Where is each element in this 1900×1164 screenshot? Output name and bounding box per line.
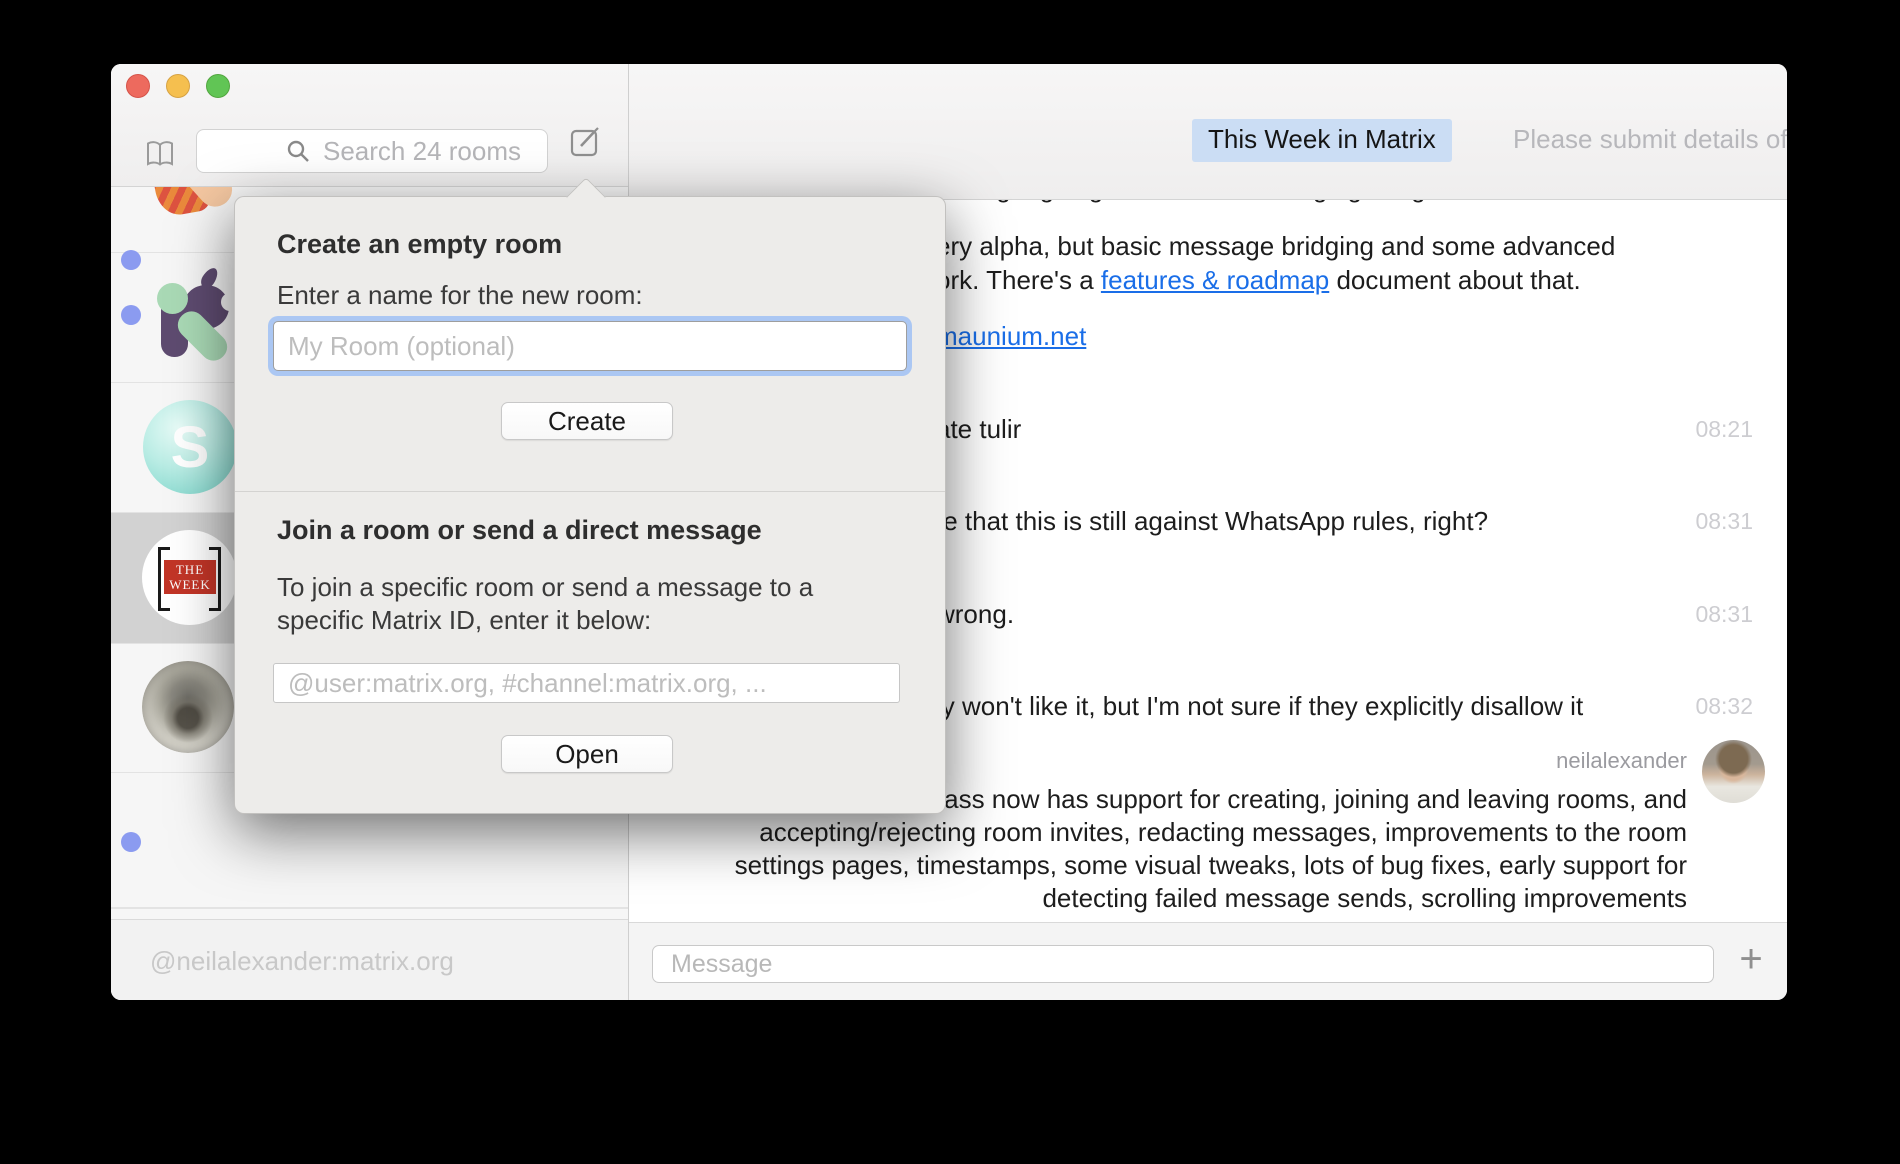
message-text: wrong.: [936, 599, 1014, 630]
matrix-id-input[interactable]: [273, 663, 900, 703]
create-button[interactable]: Create: [501, 402, 673, 440]
room-avatar-the-week[interactable]: THEWEEK: [142, 530, 237, 625]
room-name-input-focus-ring: [273, 321, 907, 371]
attach-button[interactable]: +: [1726, 935, 1776, 985]
features-roadmap-link[interactable]: features & roadmap: [1101, 265, 1329, 295]
message-timestamp: 08:31: [1695, 599, 1753, 628]
message-text: te that this is still against WhatsApp r…: [936, 506, 1488, 537]
the-week-line2: WEEK: [169, 577, 211, 592]
user-avatar[interactable]: [1702, 740, 1765, 803]
room-search: [196, 129, 548, 173]
room-avatar-riot[interactable]: [148, 186, 240, 222]
message-timestamp: 08:31: [1695, 506, 1753, 535]
message-text: ery alpha, but basic message bridging an…: [936, 231, 1615, 261]
directory-icon[interactable]: [143, 136, 177, 177]
list-bottom-separator: [111, 908, 628, 909]
message-text: ate tulir: [936, 414, 1021, 445]
message-text: ork. There's a: [936, 265, 1101, 295]
message-input[interactable]: [652, 945, 1714, 983]
sender-name: neilalexander: [1556, 748, 1687, 774]
room-topic-field[interactable]: Please submit details of your Matrix pro…: [1513, 124, 1787, 155]
message-bridge: ery alpha, but basic message bridging an…: [936, 229, 1615, 297]
join-room-description: To join a specific room or send a messag…: [277, 571, 813, 637]
minimize-button[interactable]: [166, 74, 190, 98]
message-timestamp: 08:32: [1695, 691, 1753, 720]
message-row: ly won't like it, but I'm not sure if th…: [936, 691, 1753, 722]
compose-icon[interactable]: [569, 124, 603, 158]
chat-header: This Week in Matrix Please submit detail…: [628, 64, 1787, 200]
open-button[interactable]: Open: [501, 735, 673, 773]
the-week-logo: THEWEEK: [164, 560, 216, 594]
room-avatar-s[interactable]: S: [143, 400, 237, 494]
message-link: maunium.net: [936, 319, 1086, 353]
room-avatar-etching[interactable]: [142, 661, 234, 753]
message-row: ate tulir 08:21: [936, 414, 1753, 445]
room-avatar-k-apple[interactable]: [151, 271, 243, 363]
message-text: ly won't like it, but I'm not sure if th…: [936, 691, 1583, 722]
create-room-title: Create an empty room: [277, 229, 562, 260]
close-button[interactable]: [126, 74, 150, 98]
search-input[interactable]: [321, 135, 555, 168]
join-room-title: Join a room or send a direct message: [277, 515, 762, 546]
account-id: @neilalexander:matrix.org: [150, 946, 454, 977]
room-name-field[interactable]: This Week in Matrix: [1192, 119, 1452, 162]
message-row: wrong. 08:31: [936, 599, 1753, 630]
maunium-link[interactable]: maunium.net: [936, 321, 1086, 351]
search-icon: [285, 138, 311, 164]
unread-dot: [121, 305, 141, 325]
create-room-label: Enter a name for the new room:: [277, 279, 643, 312]
create-join-popover: Create an empty room Enter a name for th…: [234, 196, 946, 814]
the-week-line1: THE: [176, 562, 204, 577]
composer-bar: +: [628, 922, 1787, 1000]
zoom-button[interactable]: [206, 74, 230, 98]
popover-divider: [235, 491, 945, 492]
unread-dot: [121, 250, 141, 270]
unread-dot: [121, 832, 141, 852]
k-logo-dot: [157, 283, 188, 314]
account-bar: @neilalexander:matrix.org: [111, 919, 628, 1000]
message-row: te that this is still against WhatsApp r…: [936, 506, 1753, 537]
sidebar-toolbar: [111, 64, 628, 187]
room-name-input[interactable]: [274, 322, 906, 370]
message-text: document about that.: [1329, 265, 1581, 295]
message-timestamp: 08:21: [1695, 414, 1753, 443]
